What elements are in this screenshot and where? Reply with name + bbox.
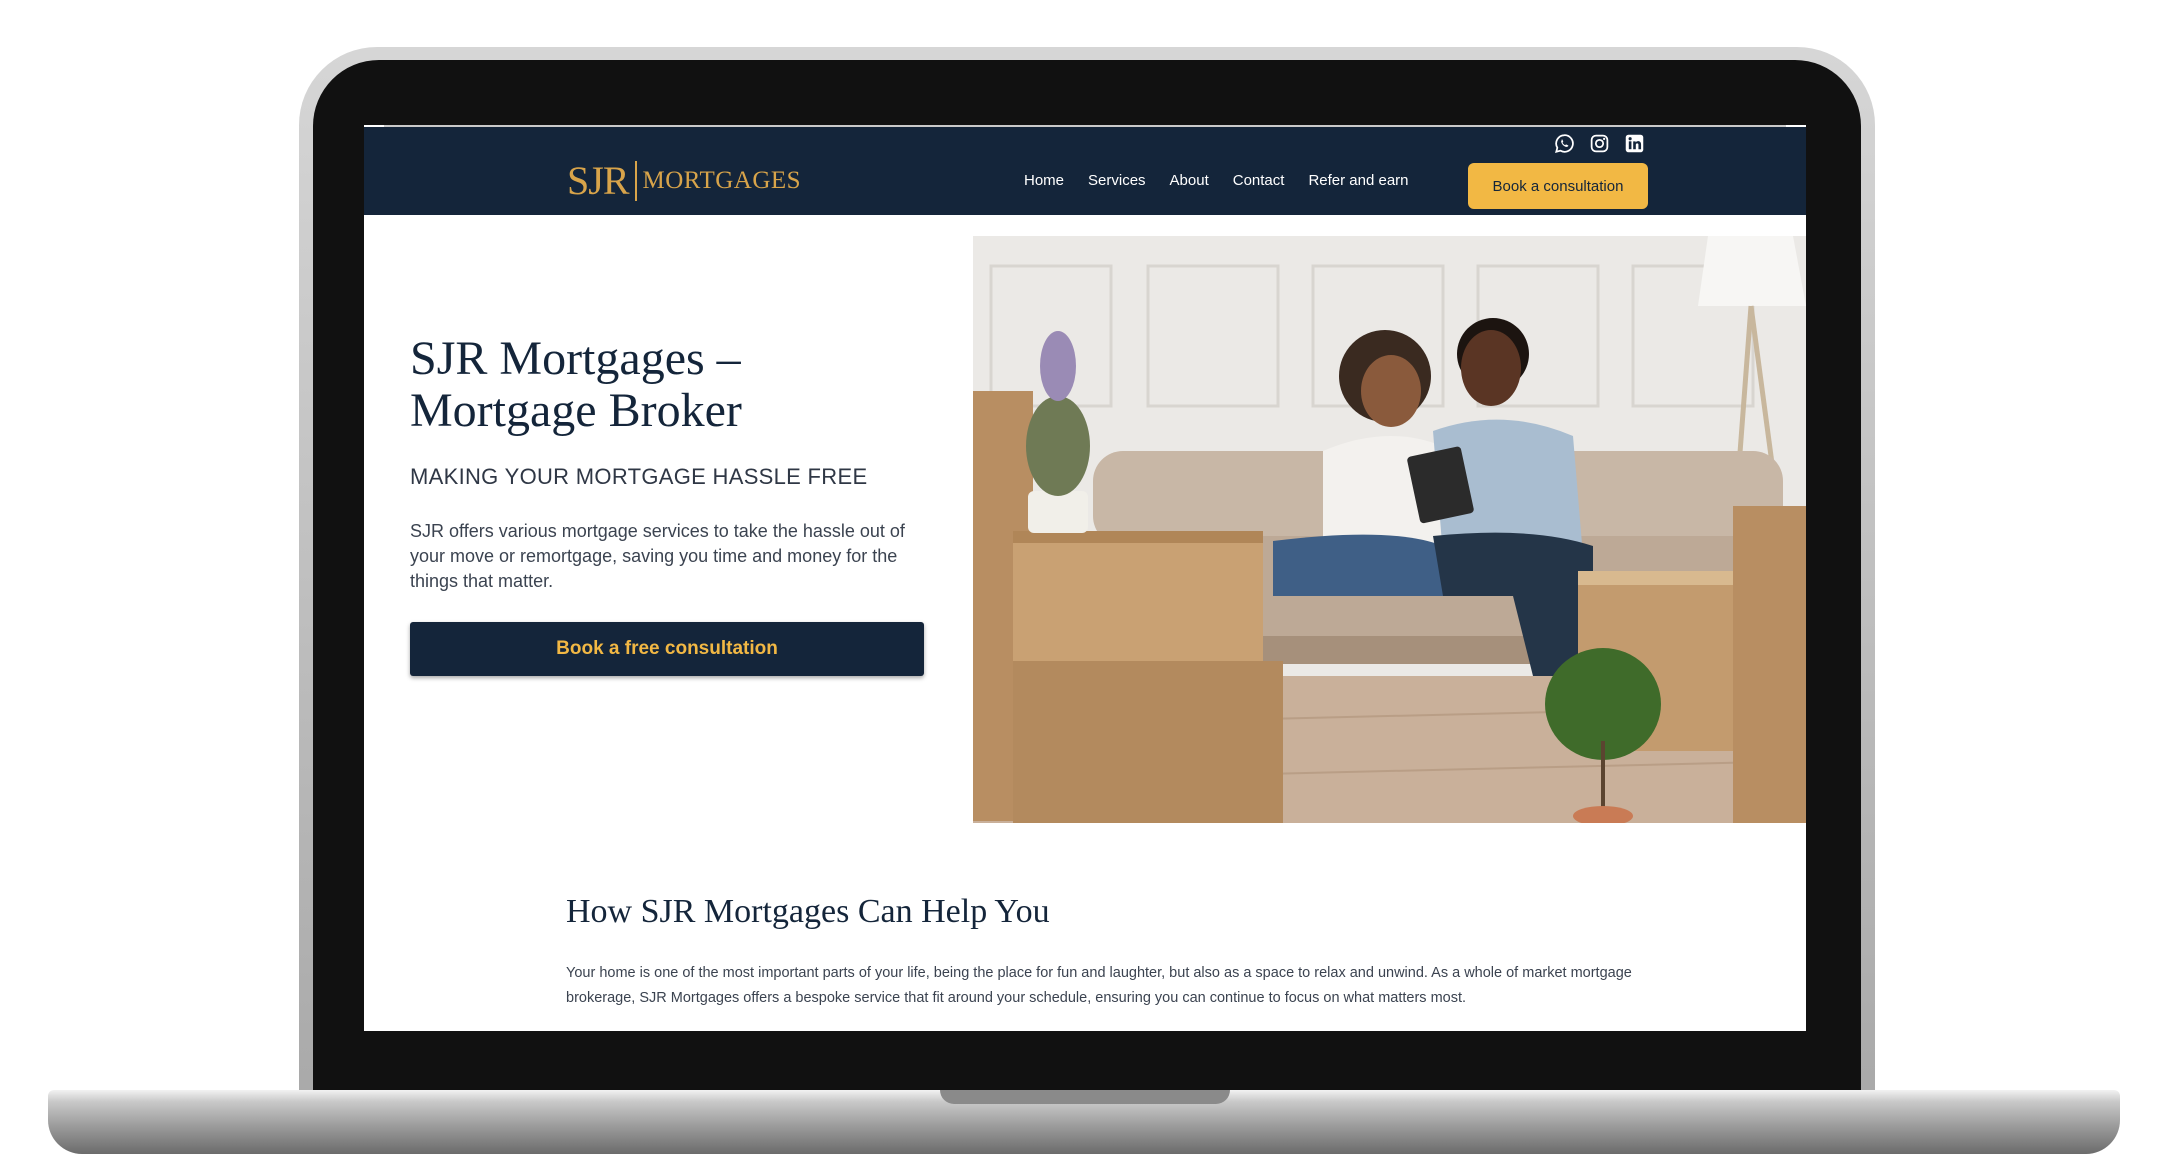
help-section-title: How SJR Mortgages Can Help You [566,893,1050,930]
logo-mark: SJR [567,158,629,203]
hero-photo [973,236,1806,823]
help-section-text: Your home is one of the most important p… [566,965,1632,1006]
nav-services[interactable]: Services [1088,172,1146,189]
nav-contact[interactable]: Contact [1233,172,1285,189]
laptop-screen: SJR MORTGAGES Home Services About Contac… [364,125,1806,1031]
main-nav: Home Services About Contact Refer and ea… [1024,172,1409,189]
instagram-icon[interactable] [1588,132,1611,155]
hero-title: SJR Mortgages – Mortgage Broker [410,332,742,437]
whatsapp-icon[interactable] [1553,132,1576,155]
social-links [1553,132,1646,155]
hero-subtitle: MAKING YOUR MORTGAGE HASSLE FREE [410,464,868,489]
nav-home[interactable]: Home [1024,172,1064,189]
laptop-base-notch [940,1090,1230,1104]
nav-refer-and-earn[interactable]: Refer and earn [1308,172,1408,189]
sjr-logo[interactable]: SJR MORTGAGES [567,159,801,203]
site-header: SJR MORTGAGES Home Services About Contac… [364,127,1806,215]
hero-description: SJR offers various mortgage services to … [410,521,905,591]
book-free-consultation-button[interactable]: Book a free consultation [410,622,924,676]
nav-about[interactable]: About [1170,172,1209,189]
book-consultation-button[interactable]: Book a consultation [1468,163,1648,209]
logo-word: MORTGAGES [642,167,802,194]
logo-divider [634,161,637,201]
linkedin-icon[interactable] [1623,132,1646,155]
